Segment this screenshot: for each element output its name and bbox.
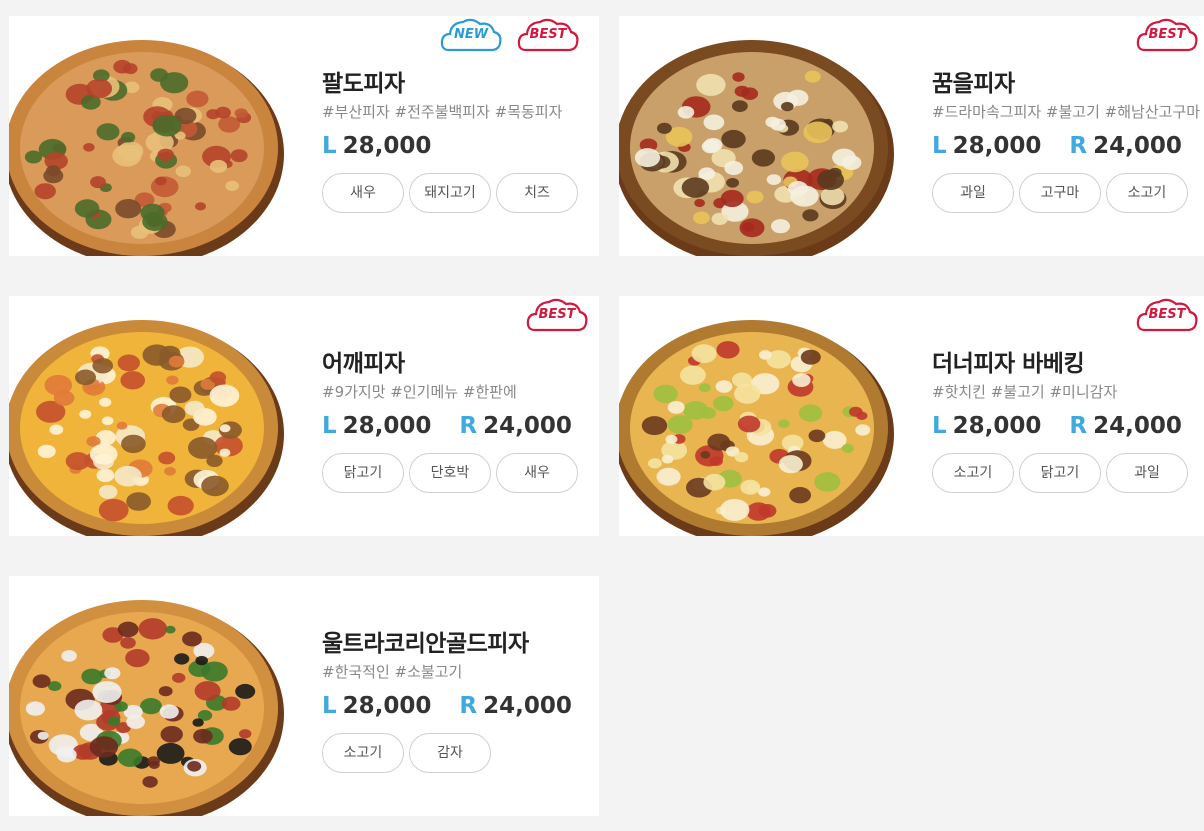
badge-best: BEST xyxy=(525,296,589,336)
topping-chips: 소고기 감자 xyxy=(322,733,599,773)
size-label: L xyxy=(322,693,337,719)
price-amount: 28,000 xyxy=(342,693,432,719)
price-row: L 28,000 R 24,000 xyxy=(932,413,1204,439)
topping-chip[interactable]: 단호박 xyxy=(409,453,491,493)
product-info: 울트라코리안골드피자 #한국적인 #소불고기 L 28,000 R 24,000 소고기 감자 xyxy=(322,624,599,773)
pizza-photo-icon[interactable] xyxy=(9,296,299,536)
badge-best: BEST xyxy=(516,16,580,56)
product-info: 더너피자 바베킹 #핫치킨 #불고기 #미니감자 L 28,000 R 24,000 소고기… xyxy=(932,344,1204,493)
topping-chip[interactable]: 새우 xyxy=(322,173,404,213)
topping-chips: 과일 고구마 소고기 xyxy=(932,173,1204,213)
price-amount: 24,000 xyxy=(1093,413,1182,439)
topping-chip[interactable]: 감자 xyxy=(409,733,491,773)
size-label: L xyxy=(932,133,947,159)
topping-chip[interactable]: 과일 xyxy=(1106,453,1188,493)
topping-chips: 소고기 닭고기 과일 xyxy=(932,453,1204,493)
topping-chip[interactable]: 닭고기 xyxy=(322,453,404,493)
price-amount: 28,000 xyxy=(342,413,432,439)
price-r: R 24,000 xyxy=(1069,413,1181,439)
topping-chip[interactable]: 치즈 xyxy=(496,173,578,213)
product-info: 어깨피자 #9가지맛 #인기메뉴 #한판에 L 28,000 R 24,000 닭고기 단호박… xyxy=(322,344,599,493)
size-label: R xyxy=(459,693,478,719)
pizza-photo-icon[interactable] xyxy=(619,296,909,536)
size-label: R xyxy=(1069,413,1088,439)
price-l: L 28,000 xyxy=(932,413,1041,439)
pizza-photo-icon[interactable] xyxy=(9,16,299,256)
product-tags: #9가지맛 #인기메뉴 #한판에 xyxy=(322,383,517,401)
product-tags: #핫치킨 #불고기 #미니감자 xyxy=(932,383,1118,401)
badge-label: BEST xyxy=(538,307,576,322)
product-info: 꿈을피자 #드라마속그피자 #불고기 #해남산고구마 L 28,000 R 24,000 과… xyxy=(932,64,1204,213)
price-amount: 24,000 xyxy=(483,413,572,439)
price-l: L 28,000 xyxy=(322,693,431,719)
badge-best: BEST xyxy=(1135,16,1199,56)
badge-label: BEST xyxy=(1148,307,1186,322)
price-l: L 28,000 xyxy=(322,133,431,159)
price-amount: 24,000 xyxy=(1093,133,1182,159)
product-name[interactable]: 팔도피자 xyxy=(322,64,599,98)
size-label: L xyxy=(322,133,337,159)
price-amount: 28,000 xyxy=(342,133,432,159)
product-info: 팔도피자 #부산피자 #전주불백피자 #목동피자 L 28,000 새우 돼지고기 치즈 xyxy=(322,64,599,213)
size-label: L xyxy=(932,413,947,439)
size-label: R xyxy=(459,413,478,439)
price-r: R 24,000 xyxy=(459,693,571,719)
badge-new: NEW xyxy=(439,16,503,56)
topping-chip[interactable]: 소고기 xyxy=(322,733,404,773)
topping-chips: 새우 돼지고기 치즈 xyxy=(322,173,599,213)
topping-chip[interactable]: 소고기 xyxy=(1106,173,1188,213)
product-card[interactable]: 팔도피자 #부산피자 #전주불백피자 #목동피자 L 28,000 새우 돼지고기 치즈 NE… xyxy=(9,16,599,256)
badge-best: BEST xyxy=(1135,296,1199,336)
size-label: L xyxy=(322,413,337,439)
topping-chips: 닭고기 단호박 새우 xyxy=(322,453,599,493)
product-name[interactable]: 어깨피자 xyxy=(322,344,599,378)
pizza-photo-icon[interactable] xyxy=(9,576,299,816)
product-tags: #한국적인 #소불고기 xyxy=(322,663,463,681)
price-amount: 24,000 xyxy=(483,693,572,719)
product-card[interactable]: 더너피자 바베킹 #핫치킨 #불고기 #미니감자 L 28,000 R 24,000 소고기… xyxy=(619,296,1204,536)
product-name[interactable]: 더너피자 바베킹 xyxy=(932,344,1204,378)
price-row: L 28,000 R 24,000 xyxy=(322,413,599,439)
product-name[interactable]: 울트라코리안골드피자 xyxy=(322,624,599,658)
price-row: L 28,000 R 24,000 xyxy=(932,133,1204,159)
topping-chip[interactable]: 새우 xyxy=(496,453,578,493)
price-amount: 28,000 xyxy=(952,413,1042,439)
topping-chip[interactable]: 닭고기 xyxy=(1019,453,1101,493)
topping-chip[interactable]: 고구마 xyxy=(1019,173,1101,213)
product-card[interactable]: 어깨피자 #9가지맛 #인기메뉴 #한판에 L 28,000 R 24,000 닭고기 단호박… xyxy=(9,296,599,536)
price-amount: 28,000 xyxy=(952,133,1042,159)
price-l: L 28,000 xyxy=(932,133,1041,159)
badge-label: BEST xyxy=(529,27,567,42)
topping-chip[interactable]: 소고기 xyxy=(932,453,1014,493)
badge-label: NEW xyxy=(453,27,489,42)
size-label: R xyxy=(1069,133,1088,159)
topping-chip[interactable]: 돼지고기 xyxy=(409,173,491,213)
price-l: L 28,000 xyxy=(322,413,431,439)
price-r: R 24,000 xyxy=(1069,133,1181,159)
product-tags: #드라마속그피자 #불고기 #해남산고구마 xyxy=(932,103,1201,121)
price-row: L 28,000 R 24,000 xyxy=(322,693,599,719)
badge-label: BEST xyxy=(1148,27,1186,42)
product-card[interactable]: 꿈을피자 #드라마속그피자 #불고기 #해남산고구마 L 28,000 R 24,000 과… xyxy=(619,16,1204,256)
price-row: L 28,000 xyxy=(322,133,599,159)
pizza-photo-icon[interactable] xyxy=(619,16,909,256)
product-tags: #부산피자 #전주불백피자 #목동피자 xyxy=(322,103,563,121)
product-card[interactable]: 울트라코리안골드피자 #한국적인 #소불고기 L 28,000 R 24,000 소고기 감자 xyxy=(9,576,599,816)
topping-chip[interactable]: 과일 xyxy=(932,173,1014,213)
product-name[interactable]: 꿈을피자 xyxy=(932,64,1204,98)
price-r: R 24,000 xyxy=(459,413,571,439)
